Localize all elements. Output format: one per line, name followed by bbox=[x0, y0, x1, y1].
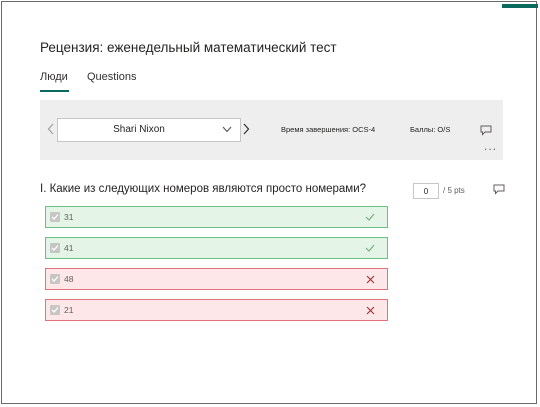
answer-option: 48 bbox=[45, 268, 388, 290]
checkmark-icon bbox=[51, 214, 59, 220]
option-label: 31 bbox=[64, 212, 74, 222]
checkmark-icon bbox=[51, 276, 59, 282]
chevron-right-icon bbox=[243, 123, 250, 135]
tab-questions[interactable]: Questions bbox=[87, 71, 137, 83]
question-title: I. Какие из следующих номеров являются п… bbox=[40, 183, 367, 195]
chevron-left-icon bbox=[47, 123, 54, 135]
option-label: 21 bbox=[64, 305, 74, 315]
comment-icon bbox=[480, 125, 492, 136]
form-review-panel: Рецензия: еженедельный математический те… bbox=[1, 1, 538, 404]
answer-option: 21 bbox=[45, 299, 388, 321]
option-checkbox bbox=[50, 243, 60, 253]
more-options-button[interactable]: ... bbox=[484, 140, 497, 152]
previous-respondent-button[interactable] bbox=[45, 122, 57, 136]
respondent-name: Shari Nixon bbox=[113, 124, 165, 135]
option-label: 48 bbox=[64, 274, 74, 284]
tab-selected-indicator bbox=[40, 90, 69, 92]
chevron-down-icon bbox=[222, 126, 232, 133]
checkmark-icon bbox=[51, 245, 59, 251]
respondent-bar: Shari Nixon Время завершения: OCS-4 Балл… bbox=[40, 100, 503, 160]
checkmark-icon bbox=[51, 307, 59, 313]
option-checkbox bbox=[50, 212, 60, 222]
score-max: / 5 pts bbox=[443, 186, 465, 195]
score-input[interactable] bbox=[413, 183, 439, 199]
respondent-dropdown[interactable]: Shari Nixon bbox=[57, 118, 241, 142]
x-icon bbox=[366, 275, 375, 284]
question-comment-button[interactable] bbox=[493, 182, 505, 200]
more-horizontal-icon: ... bbox=[484, 139, 498, 153]
top-accent-bar bbox=[502, 4, 538, 8]
points-summary: Баллы: O/S bbox=[410, 125, 451, 134]
option-label: 41 bbox=[64, 243, 74, 253]
option-checkbox bbox=[50, 305, 60, 315]
option-checkbox bbox=[50, 274, 60, 284]
answer-option: 41 bbox=[45, 237, 388, 259]
answer-option: 31 bbox=[45, 206, 388, 228]
completion-time: Время завершения: OCS-4 bbox=[281, 125, 376, 134]
page-title: Рецензия: еженедельный математический те… bbox=[40, 40, 337, 55]
x-icon bbox=[366, 306, 375, 315]
comment-icon bbox=[493, 184, 505, 195]
tab-people[interactable]: Люди bbox=[40, 71, 68, 83]
next-respondent-button[interactable] bbox=[240, 122, 252, 136]
checkmark-icon bbox=[365, 244, 375, 252]
checkmark-icon bbox=[365, 213, 375, 221]
